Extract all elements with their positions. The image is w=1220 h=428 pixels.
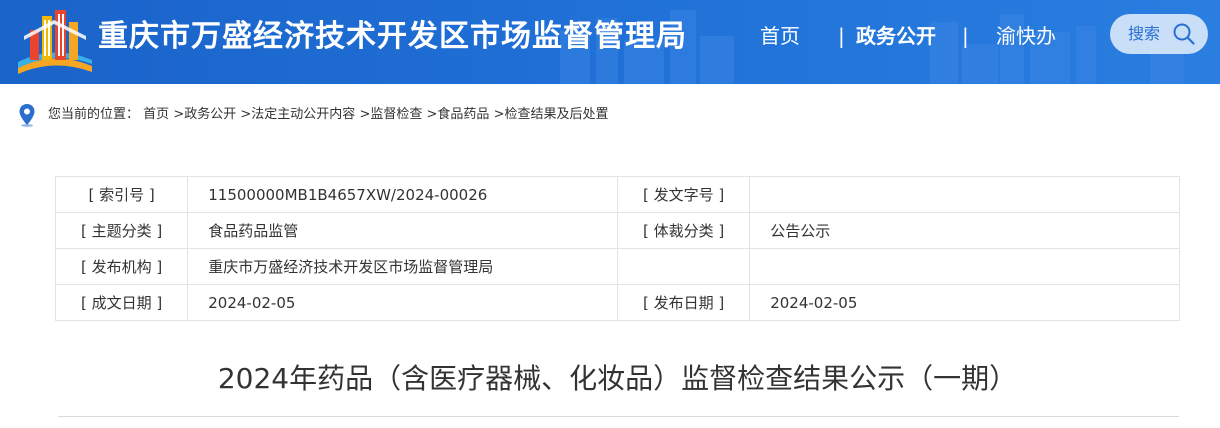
meta-value-written-date: 2024-02-05 — [187, 284, 618, 321]
breadcrumb-item-food-drugs[interactable]: 食品药品 — [437, 107, 489, 122]
location-pin-icon — [19, 104, 35, 127]
breadcrumb-prefix: 您当前的位置： — [48, 107, 140, 122]
breadcrumb-trail: 您当前的位置： 首页 >政务公开 >法定主动公开内容 >监督检查 >食品药品 >… — [48, 102, 608, 128]
meta-value-index: 11500000MB1B4657XW/2024-00026 — [187, 176, 618, 213]
meta-label-empty — [616, 248, 751, 285]
table-row: [ 主题分类 ] 食品药品监管 [ 体裁分类 ] 公告公示 — [54, 212, 1180, 249]
table-row: [ 索引号 ] 11500000MB1B4657XW/2024-00026 [ … — [54, 176, 1180, 213]
breadcrumb-item-home[interactable]: 首页 — [143, 107, 169, 122]
breadcrumb-separator: > — [426, 107, 438, 122]
nav-separator: | — [962, 24, 969, 48]
breadcrumb-separator: > — [240, 107, 252, 122]
meta-value-publisher: 重庆市万盛经济技术开发区市场监督管理局 — [187, 248, 618, 285]
nav-home-link[interactable]: 首页 — [760, 20, 800, 52]
site-header: 重庆市万盛经济技术开发区市场监督管理局 首页 | 政务公开 | 渝快办 搜索 — [0, 0, 1220, 84]
table-row: [ 成文日期 ] 2024-02-05 [ 发布日期 ] 2024-02-05 — [54, 284, 1180, 321]
breadcrumb-item-gov-affairs[interactable]: 政务公开 — [184, 107, 236, 122]
meta-value-genre: 公告公示 — [749, 212, 1180, 249]
search-icon — [1173, 23, 1195, 45]
bureau-logo-icon — [18, 10, 92, 74]
search-label: 搜索 — [1128, 24, 1161, 43]
meta-label-publisher: [ 发布机构 ] — [54, 248, 189, 285]
breadcrumb-item-statutory[interactable]: 法定主动公开内容 — [251, 107, 355, 122]
meta-label-doc-number: [ 发文字号 ] — [616, 176, 751, 213]
table-row: [ 发布机构 ] 重庆市万盛经济技术开发区市场监督管理局 — [54, 248, 1180, 285]
meta-label-topic: [ 主题分类 ] — [54, 212, 189, 249]
breadcrumb-item-results[interactable]: 检查结果及后处置 — [504, 107, 608, 122]
meta-value-empty — [749, 248, 1180, 285]
meta-label-publish-date: [ 发布日期 ] — [616, 284, 751, 321]
title-divider — [58, 416, 1179, 417]
document-meta-table: [ 索引号 ] 11500000MB1B4657XW/2024-00026 [ … — [54, 176, 1180, 321]
meta-label-index: [ 索引号 ] — [54, 176, 189, 213]
site-title: 重庆市万盛经济技术开发区市场监督管理局 — [98, 19, 687, 54]
breadcrumb-item-inspection[interactable]: 监督检查 — [370, 107, 422, 122]
meta-label-genre: [ 体裁分类 ] — [616, 212, 751, 249]
nav-separator: | — [838, 24, 845, 48]
breadcrumb-separator: > — [493, 107, 505, 122]
nav-yukuaiban-link[interactable]: 渝快办 — [996, 20, 1056, 52]
nav-gov-affairs-link[interactable]: 政务公开 — [856, 20, 936, 52]
breadcrumb-separator: > — [173, 107, 185, 122]
breadcrumb-separator: > — [359, 107, 371, 122]
meta-label-written-date: [ 成文日期 ] — [54, 284, 189, 321]
article-title: 2024年药品（含医疗器械、化妆品）监督检查结果公示（一期） — [217, 362, 1018, 395]
meta-value-topic: 食品药品监管 — [187, 212, 618, 249]
meta-value-publish-date: 2024-02-05 — [749, 284, 1180, 321]
search-button[interactable]: 搜索 — [1110, 14, 1208, 54]
meta-value-doc-number — [749, 176, 1180, 213]
